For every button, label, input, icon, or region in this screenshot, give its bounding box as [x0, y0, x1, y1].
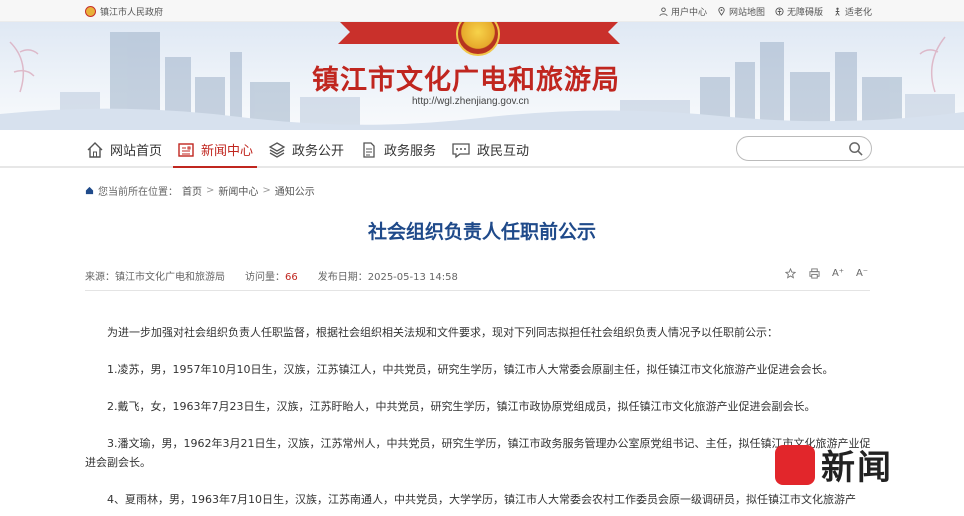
elder-mode-label: 适老化	[844, 8, 872, 18]
search-icon[interactable]	[848, 141, 863, 156]
breadcrumb-separator: >	[206, 185, 215, 196]
top-links: 用户中心 网站地图 无障碍版 适老化	[659, 5, 872, 18]
hits-label: 访问量：	[245, 272, 285, 283]
nav-label-gov-services: 政务服务	[384, 144, 437, 159]
site-title: 镇江市文化广电和旅游局	[312, 65, 620, 96]
breadcrumb: 您当前所在位置： 首页 > 新闻中心 > 通知公示	[85, 183, 315, 198]
nav-item-news[interactable]: 新闻中心	[172, 140, 258, 168]
search-input[interactable]	[747, 137, 851, 161]
user-center-link[interactable]: 用户中心	[659, 5, 707, 18]
map-pin-icon	[718, 7, 725, 16]
nav-item-interaction[interactable]: 政民互动	[451, 140, 529, 159]
layers-icon	[268, 141, 286, 158]
national-emblem-icon	[85, 6, 96, 17]
location-home-icon	[85, 186, 94, 195]
article-title: 社会组织负责人任职前公示	[367, 221, 596, 243]
nav-label-home: 网站首页	[110, 144, 163, 159]
site-map-link[interactable]: 网站地图	[717, 5, 765, 18]
news-watermark: 新闻	[775, 440, 893, 489]
source-value: 镇江市文化广电和旅游局	[115, 272, 225, 283]
date-value: 2025-05-13 14:58	[367, 272, 458, 283]
date-label: 发布日期：	[317, 272, 368, 283]
top-bar: 镇江市人民政府 用户中心 网站地图 无障碍版 适老化	[0, 0, 964, 22]
favorite-button[interactable]	[784, 267, 796, 279]
accessibility-icon	[775, 7, 784, 16]
print-icon	[808, 267, 820, 279]
print-button[interactable]	[808, 267, 820, 279]
site-url: http://wgl.zhenjiang.gov.cn	[412, 96, 530, 107]
user-center-label: 用户中心	[670, 8, 707, 18]
article-date: 发布日期：2025-05-13 14:58	[318, 268, 458, 283]
nav-item-gov-services[interactable]: 政务服务	[360, 140, 436, 159]
accessibility-label: 无障碍版	[786, 8, 823, 18]
gov-link-label: 镇江市人民政府	[100, 8, 164, 18]
divider	[85, 290, 870, 291]
user-icon	[659, 7, 668, 16]
breadcrumb-prefix: 您当前所在位置：	[98, 187, 178, 198]
source-label: 来源：	[85, 272, 115, 283]
main-nav: 网站首页 新闻中心 政务公开 政务服务 政民互动	[0, 130, 964, 168]
font-larger-icon[interactable]: A⁺	[832, 267, 844, 279]
news-logo-icon	[775, 444, 815, 485]
nav-item-gov-affairs[interactable]: 政务公开	[268, 140, 344, 159]
document-icon	[363, 141, 375, 158]
home-icon	[87, 141, 103, 158]
breadcrumb-home[interactable]: 首页	[182, 183, 202, 198]
hits-value: 66	[285, 272, 298, 283]
site-banner: 镇江市文化广电和旅游局 http://wgl.zhenjiang.gov.cn	[0, 22, 964, 130]
search-box	[736, 136, 872, 161]
article-paragraph: 2.戴飞，女，1963年7月23日生，汉族，江苏盱眙人，中共党员，研究生学历，镇…	[107, 400, 816, 413]
chat-icon	[452, 142, 470, 158]
elder-mode-link[interactable]: 适老化	[833, 5, 872, 18]
article-paragraph: 1.凌苏，男，1957年10月10日生，汉族，江苏镇江人，中共党员，研究生学历，…	[107, 363, 834, 376]
nav-item-home[interactable]: 网站首页	[86, 140, 162, 159]
breadcrumb-separator: >	[262, 185, 271, 196]
article-tools: A⁺ A⁻	[784, 267, 868, 279]
accessibility-link[interactable]: 无障碍版	[775, 5, 823, 18]
news-icon	[178, 142, 194, 157]
article-meta: 来源：镇江市文化广电和旅游局 访问量：66 发布日期：2025-05-13 14…	[85, 268, 458, 283]
nav-label-gov-affairs: 政务公开	[292, 144, 345, 159]
star-icon	[784, 267, 796, 279]
article-paragraph: 3.潘文瑜，男，1962年3月21日生，汉族，江苏常州人，中共党员，研究生学历，…	[85, 437, 871, 469]
breadcrumb-notices[interactable]: 通知公示	[275, 183, 315, 198]
gov-link[interactable]: 镇江市人民政府	[85, 5, 163, 18]
breadcrumb-news[interactable]: 新闻中心	[218, 183, 258, 198]
article-paragraph: 4、夏雨林，男，1963年7月10日生，汉族，江苏南通人，中共党员，大学学历，镇…	[107, 493, 856, 506]
watermark-text: 新闻	[821, 448, 893, 488]
site-map-label: 网站地图	[728, 8, 765, 18]
article-paragraph: 为进一步加强对社会组织负责人任职监督，根据社会组织相关法规和文件要求，现对下列同…	[107, 326, 778, 339]
article-body: 为进一步加强对社会组织负责人任职监督，根据社会组织相关法规和文件要求，现对下列同…	[85, 323, 878, 516]
nav-label-interaction: 政民互动	[477, 144, 530, 159]
article-hits: 访问量：66	[245, 268, 298, 283]
font-smaller-icon[interactable]: A⁻	[856, 267, 868, 279]
elder-mode-icon	[835, 7, 840, 16]
nav-label-news: 新闻中心	[201, 144, 254, 159]
article-source: 来源：镇江市文化广电和旅游局	[85, 268, 225, 283]
